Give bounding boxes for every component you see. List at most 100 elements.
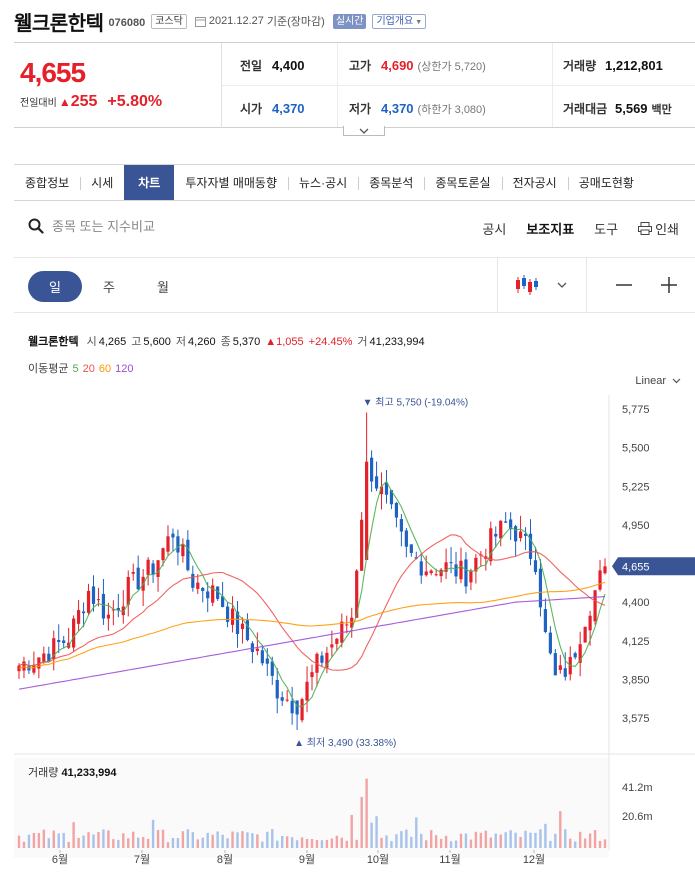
chart-type-selector[interactable] [497,258,586,312]
disclosure-button[interactable]: 공시 [482,219,506,238]
volume-bar [102,829,105,848]
volume-bar [335,835,339,848]
change-label: 전일대비 [20,98,57,109]
zoom-out-icon[interactable] [615,276,633,294]
volume-bar [290,837,294,848]
period-0[interactable]: 일 [28,271,82,302]
print-button[interactable]: 인쇄 [638,219,679,238]
collapse-toggle[interactable] [343,126,385,136]
volume-bar [415,817,418,848]
volume-bar [251,833,254,848]
tab-7[interactable]: 전자공시 [501,165,568,200]
volume-bar [593,830,597,848]
candle-body [62,640,66,644]
x-tick-label: 11월 [439,853,461,866]
candle-body [230,608,235,625]
volume-bar [107,830,110,848]
y-tick-label: 4,125 [622,636,650,648]
candle-body [265,658,269,664]
volume-bar [375,816,378,848]
volume-bar [47,838,50,848]
volume-bar [57,833,60,848]
candle-body [439,569,443,577]
period-1[interactable]: 주 [82,271,136,302]
volume-bar [122,833,125,848]
high-value: 4,690 [381,58,414,73]
volume-bar [420,833,423,848]
calendar-icon [194,16,206,27]
volume-bar [171,838,175,848]
candle-body [543,609,548,633]
y-tick-label: 5,500 [622,443,650,455]
tab-4[interactable]: 뉴스·공시 [288,165,358,200]
volume-bar [345,840,348,848]
volume-bar [271,829,274,848]
indicators-button[interactable]: 보조지표 [526,219,574,238]
period-2[interactable]: 월 [136,271,190,302]
x-tick-label: 10월 [367,853,389,866]
candle-body [335,638,339,644]
trade-amount: 거래대금 5,569 백만 [563,100,672,117]
candle-body [86,590,91,613]
candle-body [424,571,428,576]
tab-5[interactable]: 종목분석 [358,165,424,200]
volume-bar [72,822,75,848]
volume-bar [201,837,204,848]
x-tick-label: 6월 [52,853,68,866]
tab-2[interactable]: 차트 [124,165,175,200]
candle-body [255,648,259,651]
candle-body [305,681,309,701]
volume-bar [370,822,373,848]
volume-bar [186,829,190,848]
ma60-label: 60 [98,363,112,375]
tab-0[interactable]: 종합정보 [14,165,80,200]
search-placeholder: 종목 또는 지수비교 [52,219,155,234]
volume-bar [241,831,244,848]
volume-bar [474,831,478,848]
chevron-down-icon [359,128,369,134]
volume-bar [489,837,492,848]
compare-search[interactable]: 종목 또는 지수비교 [28,216,155,235]
tools-button[interactable]: 도구 [594,219,618,238]
market-badge: 코스닥 [151,13,187,29]
volume-bar [340,837,343,848]
print-label: 인쇄 [655,222,679,237]
candle-body [558,665,562,670]
volume-bar [231,831,234,848]
tab-1[interactable]: 시세 [80,165,124,200]
candle-body [275,679,279,699]
volume-bar [464,833,468,848]
volume-bar [176,838,180,848]
volume-bar [395,834,398,848]
tab-8[interactable]: 공매도현황 [567,165,645,200]
candle-body [181,544,185,557]
candle-body [588,615,592,631]
volume-bar [559,811,562,848]
volume-bar [569,838,572,848]
realtime-button[interactable]: 실시간 [332,13,367,29]
candle-body [573,653,577,658]
max-price-label: ▼ 최고 5,750 (-19.04%) [363,397,469,409]
scale-selector[interactable]: Linear [635,375,681,387]
tab-6[interactable]: 종목토론실 [424,165,501,200]
stock-code: 076080 [108,16,146,29]
volume-bar [77,837,80,848]
price-chart[interactable]: 5,7755,5005,2254,9504,6754,4004,1253,850… [14,395,695,875]
tab-3[interactable]: 투자자별 매매동향 [174,165,288,200]
company-overview-button[interactable]: 기업개요 ▼ [372,13,427,29]
y-tick-label: 5,225 [622,481,650,493]
high-price: 고가 4,690 (상한가 5,720) [349,57,486,74]
candle-body [369,457,374,482]
candle-body [81,611,86,614]
zoom-in-icon[interactable] [660,276,678,294]
volume-bar [151,819,155,848]
volume-bar [67,841,70,848]
volume-bar [360,796,363,848]
volume-bar [469,839,473,848]
volume-bar [276,840,279,848]
main-tabs: 종합정보 시세 차트 투자자별 매매동향 뉴스·공시 종목분석 종목토론실 전자공시 공매도현황 [14,164,695,201]
candle-body [449,562,453,564]
volume-bar [509,830,512,848]
candle-body [240,623,245,629]
search-icon [28,218,44,234]
